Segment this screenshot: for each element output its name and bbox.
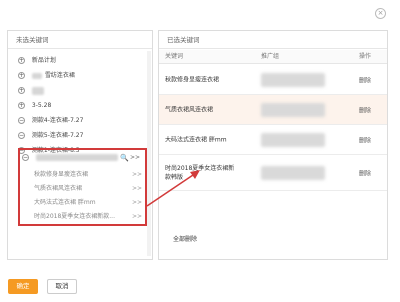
tree-item-1[interactable]: + 雪纺连衣裙 [8,71,152,81]
tree-item-label: 雪纺连衣裙 [44,72,75,79]
left-scrollbar[interactable] [147,51,151,256]
tree-item-4[interactable]: − 测款4-连衣裙-7.27 [8,116,152,126]
expand-toggle-icon[interactable]: + [18,87,25,94]
row-keyword: 时尚2018夏季女连衣裙新款韩版 [165,164,235,181]
selected-keywords-panel: 已选关键词 关键词 推广组 操作 秋款修身显瘦连衣裙 删除 气质衣裙风连衣裙 删… [158,30,388,260]
redacted-plan [261,132,325,147]
confirm-button[interactable]: 确定 [8,279,38,294]
row-keyword: 气质衣裙风连衣裙 [165,106,214,113]
tree-item-3[interactable]: + 3-5.28 [8,101,152,111]
table-row[interactable]: 气质衣裙风连衣裙 删除 [159,95,387,125]
table-row[interactable]: 时尚2018夏季女连衣裙新款韩版 删除 [159,155,387,191]
redacted-plan [261,72,325,87]
column-operation: 操作 [359,53,372,60]
delete-link[interactable]: 删除 [359,75,371,84]
column-plan: 推广组 [261,53,280,60]
row-keyword: 大码法式连衣裙 胖mm [165,136,227,143]
tree-item-0[interactable]: + 新品计划 [8,56,152,66]
tree-item-label: 3-5.28 [31,102,52,109]
row-keyword: 秋款修身显瘦连衣裙 [165,76,220,83]
expand-toggle-icon[interactable]: + [18,102,25,109]
table-header: 关键词 推广组 操作 [159,50,387,64]
tree-item-label: 测款5-连衣裙-7.27 [31,132,84,139]
delete-link[interactable]: 删除 [359,135,371,144]
annotation-highlight-box [18,148,147,226]
tree-item-label: 测款4-连衣裙-7.27 [31,117,84,124]
clear-all-button[interactable]: 全部删除 [173,234,197,243]
column-keyword: 关键词 [165,53,184,60]
tree-item-2[interactable]: + [8,86,152,96]
tree-item-5[interactable]: − 测款5-连衣裙-7.27 [8,131,152,141]
redacted-plan [261,165,325,180]
table-row[interactable]: 秋款修身显瘦连衣裙 删除 [159,65,387,95]
table-row[interactable]: 大码法式连衣裙 胖mm 删除 [159,125,387,155]
selected-panel-title: 已选关键词 [159,31,387,49]
expand-toggle-icon[interactable]: + [18,57,25,64]
close-dialog-button[interactable]: × [375,8,386,19]
delete-link[interactable]: 删除 [359,168,371,177]
delete-link[interactable]: 删除 [359,105,371,114]
tree-item-label: 新品计划 [31,57,56,64]
redacted-plan [261,102,325,117]
unselected-panel-title: 未选关键词 [8,31,152,49]
cancel-button[interactable]: 取消 [47,279,77,294]
redacted-text [31,86,44,95]
redacted-text [31,72,42,79]
expand-toggle-icon[interactable]: + [18,72,25,79]
collapse-toggle-icon[interactable]: − [18,117,25,124]
collapse-toggle-icon[interactable]: − [18,132,25,139]
